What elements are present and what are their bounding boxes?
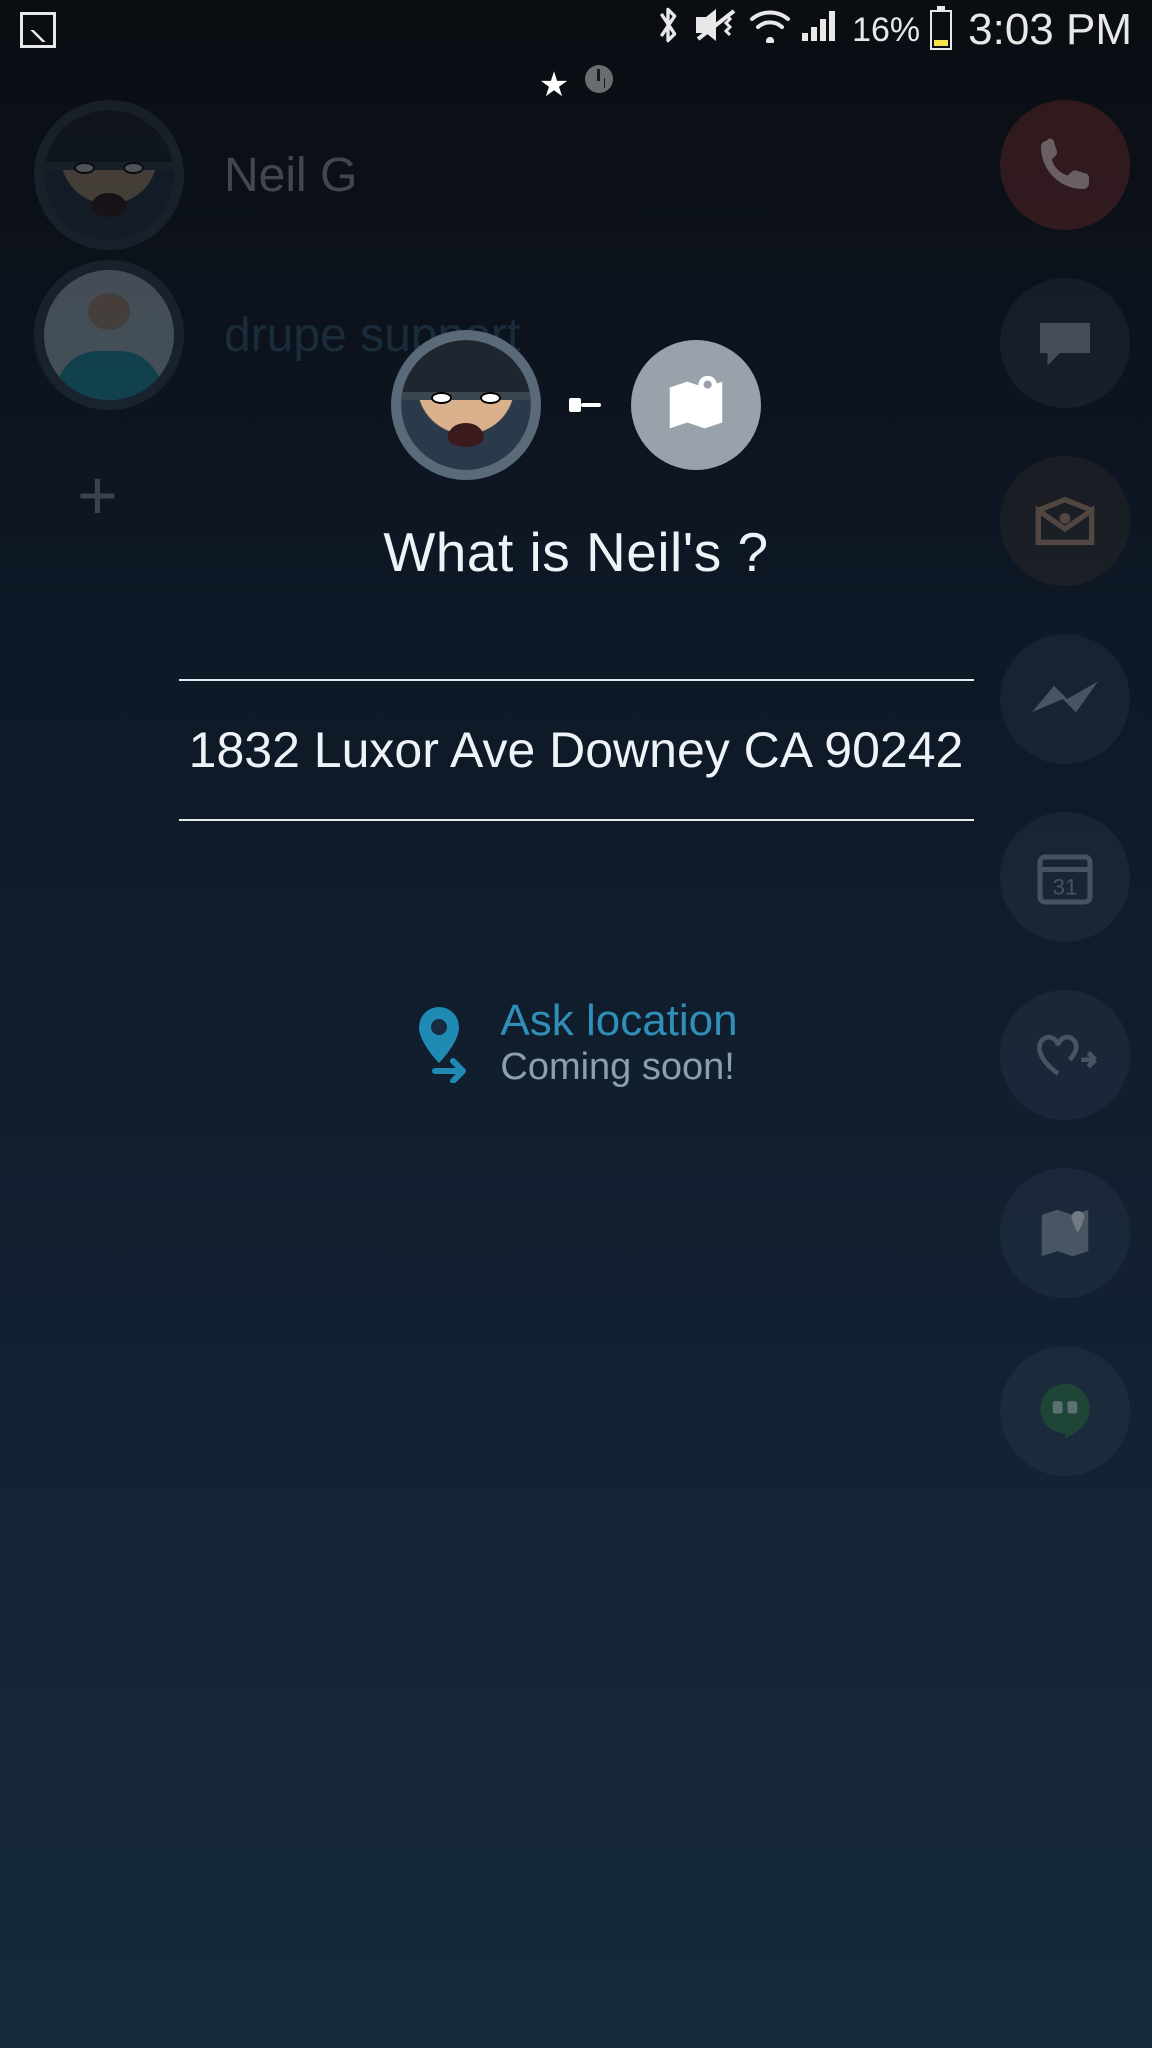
hangouts-button[interactable]: [1000, 1346, 1130, 1476]
address-input[interactable]: 1832 Luxor Ave Downey CA 90242: [179, 681, 974, 819]
connector-icon: [569, 395, 603, 415]
navigate-button[interactable]: [1000, 1168, 1130, 1298]
divider: [179, 819, 974, 821]
navigate-action-button[interactable]: [631, 340, 761, 470]
tab-recent[interactable]: [585, 65, 613, 93]
status-bar: 16% 3:03 PM: [0, 0, 1152, 60]
ask-location-subtitle: Coming soon!: [500, 1046, 737, 1089]
question-text: What is Neil's ?: [383, 520, 768, 584]
clock-time: 3:03 PM: [968, 5, 1132, 55]
contact-name-label: Neil G: [224, 148, 357, 203]
call-button[interactable]: [1000, 100, 1130, 230]
ask-location-title: Ask location: [500, 996, 737, 1046]
contact-row[interactable]: Neil G: [34, 100, 357, 250]
address-block: 1832 Luxor Ave Downey CA 90242: [179, 679, 974, 821]
battery-percent: 16%: [852, 11, 920, 50]
screenshot-icon: [20, 12, 56, 48]
status-right: 16% 3:03 PM: [654, 5, 1132, 55]
signal-icon: [802, 7, 842, 53]
avatar-action-pair: [391, 330, 761, 480]
avatar-face-icon: [401, 340, 531, 470]
map-icon: [1034, 1202, 1096, 1264]
tab-favorites[interactable]: ★: [539, 65, 569, 105]
map-pin-icon: [661, 370, 731, 440]
status-left: [20, 12, 56, 48]
bluetooth-icon: [654, 5, 682, 55]
ask-location-button[interactable]: Ask location Coming soon!: [414, 996, 737, 1089]
avatar-face-icon: [44, 110, 174, 240]
location-modal: What is Neil's ? 1832 Luxor Ave Downey C…: [0, 330, 1152, 1089]
app-screen: 16% 3:03 PM ★ Neil G drupe support +: [0, 0, 1152, 2048]
battery-icon: [930, 10, 952, 50]
avatar: [34, 100, 184, 250]
tab-bar: ★: [0, 65, 1152, 105]
phone-icon: [1033, 133, 1097, 197]
contact-avatar[interactable]: [391, 330, 541, 480]
ask-location-text: Ask location Coming soon!: [500, 996, 737, 1089]
location-share-icon: [414, 1003, 476, 1083]
hangouts-icon: [1035, 1379, 1095, 1443]
wifi-icon: [748, 7, 792, 53]
vibrate-icon: [692, 5, 738, 55]
